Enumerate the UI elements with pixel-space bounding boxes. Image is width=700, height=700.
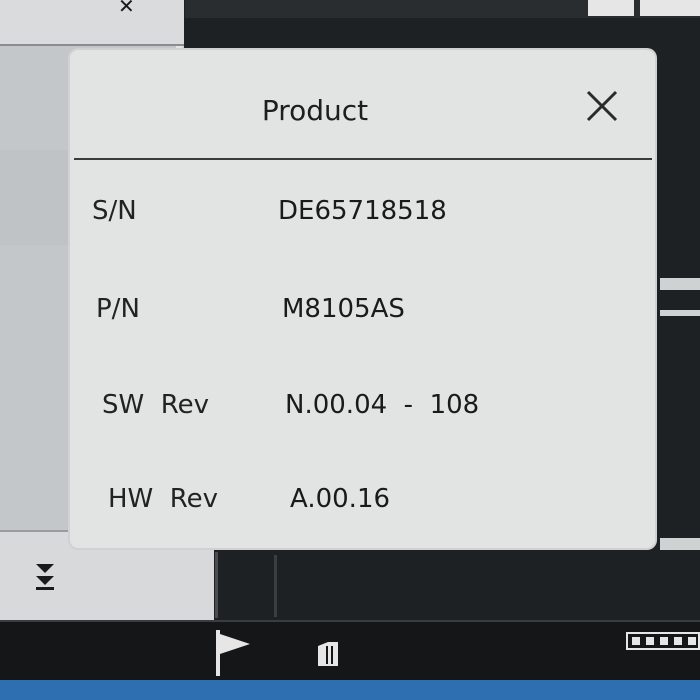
row-label: HW Rev	[108, 484, 219, 514]
product-dialog: Product S/N DE65718518 P/N M8105AS SW Re…	[70, 50, 655, 548]
waveform-grid-marker	[660, 278, 700, 290]
marker-icon[interactable]	[314, 640, 340, 668]
dialog-title: Product	[261, 94, 369, 127]
left-panel-header	[0, 0, 184, 46]
bottom-accent-strip	[0, 680, 700, 700]
waveform-grid-marker	[660, 310, 700, 316]
row-value: N.00.04 - 108	[285, 390, 480, 420]
close-button[interactable]	[584, 88, 620, 124]
divider	[215, 552, 218, 618]
dialog-divider	[74, 158, 652, 160]
row-value: M8105AS	[282, 294, 405, 324]
flag-icon[interactable]	[214, 630, 254, 676]
row-value: A.00.16	[290, 484, 391, 514]
monitor-screen: ✕ Product S/N DE65718518 P/N M8105AS SW …	[0, 0, 700, 700]
software-revision-row: SW Rev N.00.04 - 108	[70, 390, 655, 450]
row-label: P/N	[96, 294, 140, 324]
close-icon	[586, 90, 618, 122]
ruler-icon	[626, 632, 700, 650]
part-number-row: P/N M8105AS	[70, 294, 655, 354]
row-value: DE65718518	[278, 196, 447, 226]
bottom-status-bar	[0, 620, 700, 682]
waveform-grid-marker	[660, 538, 700, 550]
divider	[274, 555, 277, 617]
double-chevron-down-icon[interactable]	[30, 558, 60, 592]
serial-number-row: S/N DE65718518	[70, 196, 655, 256]
row-label: SW Rev	[102, 390, 210, 420]
dialog-header: Product	[70, 50, 655, 160]
close-icon[interactable]: ✕	[118, 0, 135, 18]
top-tab[interactable]	[588, 0, 634, 16]
row-label: S/N	[92, 196, 137, 226]
top-tab[interactable]	[640, 0, 700, 16]
hardware-revision-row: HW Rev A.00.16	[70, 484, 655, 544]
